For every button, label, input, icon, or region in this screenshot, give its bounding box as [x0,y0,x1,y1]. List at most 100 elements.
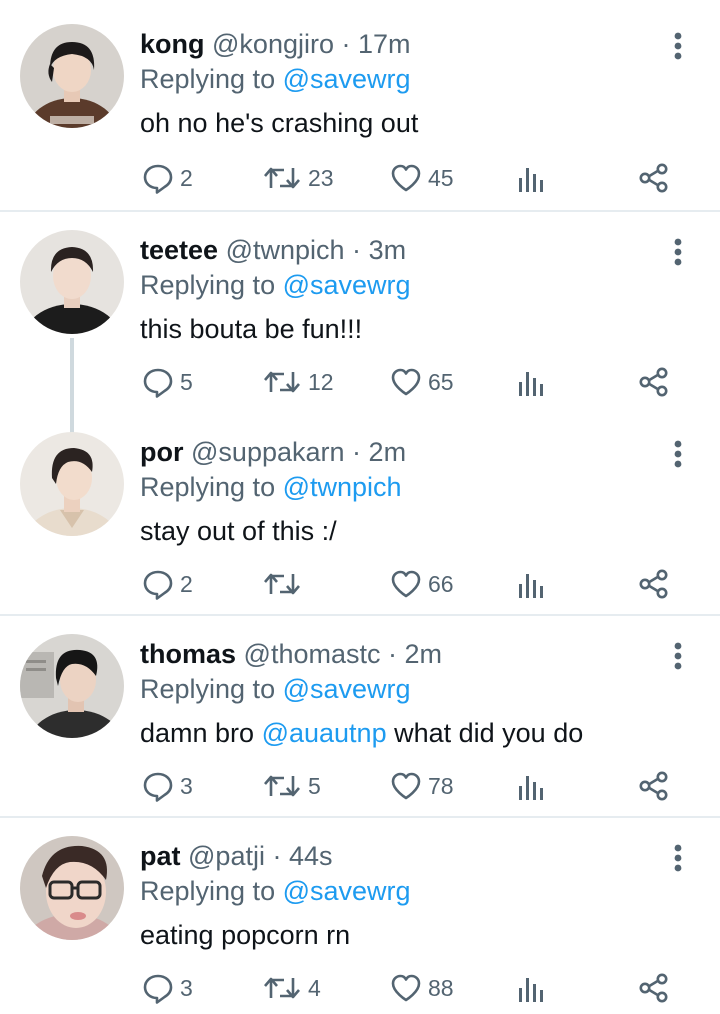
replying-to: Replying to @savewrg [140,268,411,302]
views-button[interactable] [516,970,546,1006]
reply-button[interactable]: 2 [142,566,193,602]
retweet-button[interactable]: 12 [262,364,334,400]
display-name[interactable]: teetee [140,235,218,265]
reply-button[interactable]: 3 [142,970,193,1006]
retweet-icon [264,371,300,393]
share-icon [639,973,668,1003]
heart-icon [391,570,421,598]
replying-to-handle[interactable]: @savewrg [283,64,411,94]
share-button[interactable] [638,364,670,400]
more-vertical-icon [674,642,682,670]
views-icon [519,776,543,800]
tweet-actions: 2 23 45 [0,160,720,196]
replying-to-handle[interactable]: @twnpich [283,472,402,502]
more-options-button[interactable] [664,438,692,470]
reply-count: 2 [180,570,193,597]
tweet-actions: 3 5 78 [0,768,720,804]
handle[interactable]: @thomastc [244,639,381,669]
replying-to-handle[interactable]: @savewrg [283,270,411,300]
retweet-count: 23 [308,164,334,191]
timestamp[interactable]: 2m [369,437,407,467]
display-name[interactable]: pat [140,841,181,871]
avatar[interactable] [20,230,124,334]
share-button[interactable] [638,768,670,804]
replying-to-label: Replying to [140,674,276,704]
views-icon [519,168,543,192]
share-button[interactable] [638,566,670,602]
views-button[interactable] [516,160,546,196]
timestamp[interactable]: 3m [369,235,407,265]
reply-icon [143,570,173,600]
reply-button[interactable]: 3 [142,768,193,804]
timestamp[interactable]: 2m [405,639,443,669]
like-button[interactable]: 88 [390,970,454,1006]
retweet-count: 12 [308,368,334,395]
like-button[interactable]: 65 [390,364,454,400]
display-name[interactable]: kong [140,29,205,59]
handle[interactable]: @patji [188,841,265,871]
retweet-button[interactable]: 23 [262,160,334,196]
more-options-button[interactable] [664,236,692,268]
replying-to-label: Replying to [140,64,276,94]
timestamp[interactable]: 44s [289,841,333,871]
tweet-text-part: damn bro [140,718,262,748]
handle[interactable]: @suppakarn [191,437,345,467]
reply-button[interactable]: 2 [142,160,193,196]
avatar[interactable] [20,836,124,940]
reply-icon [143,368,173,398]
share-icon [639,569,668,599]
reply-count: 3 [180,974,193,1001]
tweet-por[interactable]: por @suppakarn · 2m Replying to @twnpich s… [0,414,720,616]
views-button[interactable] [516,768,546,804]
mention-link[interactable]: @auautnp [262,718,387,748]
retweet-icon [264,573,300,595]
display-name[interactable]: por [140,437,184,467]
timestamp[interactable]: 17m [358,29,411,59]
replying-to-label: Replying to [140,472,276,502]
views-icon [519,978,543,1002]
tweet-text-part: stay out of this :/ [140,516,337,546]
more-vertical-icon [674,32,682,60]
separator: · [352,437,362,467]
tweet-header: por @suppakarn · 2m [140,436,406,468]
avatar[interactable] [20,432,124,536]
retweet-button[interactable]: 5 [262,768,321,804]
handle[interactable]: @twnpich [226,235,345,265]
reply-button[interactable]: 5 [142,364,193,400]
avatar[interactable] [20,24,124,128]
separator: · [352,235,362,265]
views-button[interactable] [516,566,546,602]
avatar[interactable] [20,634,124,738]
more-vertical-icon [674,844,682,872]
like-button[interactable]: 66 [390,566,454,602]
handle[interactable]: @kongjiro [212,29,334,59]
like-count: 65 [428,368,454,395]
share-button[interactable] [638,160,670,196]
tweet-text: this bouta be fun!!! [140,312,362,346]
like-count: 66 [428,570,454,597]
tweet-text-part: eating popcorn rn [140,920,351,950]
retweet-button[interactable]: 4 [262,970,321,1006]
retweet-button[interactable] [262,566,308,602]
share-icon [639,163,668,193]
like-button[interactable]: 45 [390,160,454,196]
tweet-teetee[interactable]: teetee @twnpich · 3m Replying to @savewrg… [0,212,720,434]
share-icon [639,367,668,397]
replying-to-handle[interactable]: @savewrg [283,674,411,704]
tweet-pat[interactable]: pat @patji · 44s Replying to @savewrg eati… [0,818,720,1014]
tweet-kong[interactable]: kong @kongjiro · 17m Replying to @savewr… [0,0,720,212]
replying-to: Replying to @twnpich [140,470,402,504]
display-name[interactable]: thomas [140,639,236,669]
more-options-button[interactable] [664,640,692,672]
like-button[interactable]: 78 [390,768,454,804]
tweet-text: oh no he's crashing out [140,106,418,140]
more-options-button[interactable] [664,30,692,62]
views-button[interactable] [516,364,546,400]
replying-to-handle[interactable]: @savewrg [283,876,411,906]
tweet-actions: 3 4 88 [0,970,720,1006]
like-count: 45 [428,164,454,191]
more-options-button[interactable] [664,842,692,874]
like-count: 78 [428,772,454,799]
share-button[interactable] [638,970,670,1006]
tweet-thomas[interactable]: thomas @thomastc · 2m Replying to @savewr… [0,616,720,818]
